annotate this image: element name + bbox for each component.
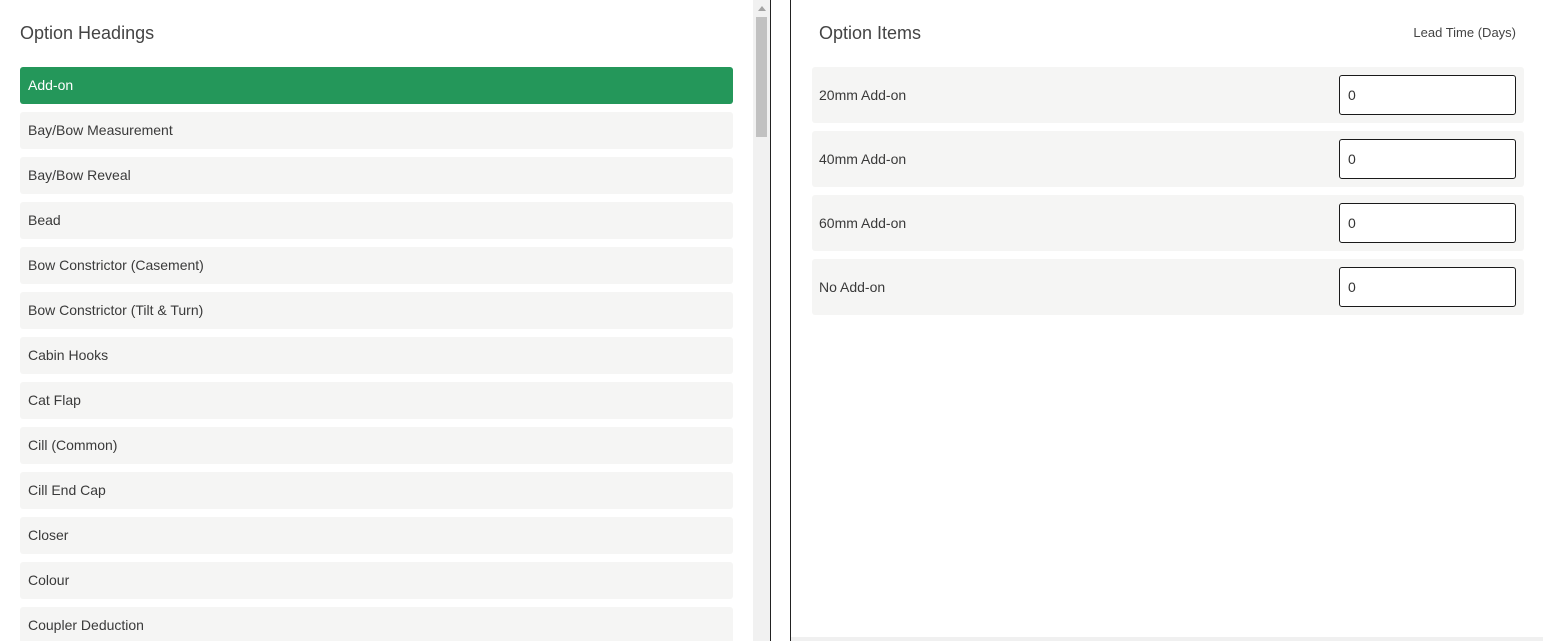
scrollbar-thumb[interactable]: [756, 17, 767, 137]
option-item-row: 40mm Add-on: [812, 131, 1524, 187]
option-item-label: 40mm Add-on: [819, 151, 907, 167]
option-items-list: 20mm Add-on 40mm Add-on 60mm Add-on No A…: [812, 67, 1524, 323]
option-items-panel: Option Items Lead Time (Days) 20mm Add-o…: [791, 0, 1543, 641]
heading-item-cill-end-cap[interactable]: Cill End Cap: [20, 472, 733, 509]
heading-item-cill-common[interactable]: Cill (Common): [20, 427, 733, 464]
option-items-title: Option Items: [819, 23, 922, 43]
heading-item-coupler-deduction[interactable]: Coupler Deduction: [20, 607, 733, 641]
bottom-edge: [791, 637, 1543, 641]
headings-scrollbar[interactable]: [753, 0, 770, 641]
lead-time-column-header: Lead Time (Days): [1413, 25, 1516, 40]
panel-divider-left: [770, 0, 771, 641]
lead-time-input[interactable]: [1339, 75, 1516, 115]
option-headings-title: Option Headings: [20, 23, 155, 43]
heading-item-bay-bow-measurement[interactable]: Bay/Bow Measurement: [20, 112, 733, 149]
option-item-row: No Add-on: [812, 259, 1524, 315]
option-headings-panel: Option Headings Add-on Bay/Bow Measureme…: [0, 0, 753, 641]
option-item-label: 60mm Add-on: [819, 215, 907, 231]
lead-time-input[interactable]: [1339, 139, 1516, 179]
heading-item-bead[interactable]: Bead: [20, 202, 733, 239]
lead-time-input[interactable]: [1339, 203, 1516, 243]
scroll-up-button[interactable]: [753, 0, 770, 17]
heading-item-closer[interactable]: Closer: [20, 517, 733, 554]
heading-item-cat-flap[interactable]: Cat Flap: [20, 382, 733, 419]
chevron-up-icon: [757, 6, 766, 11]
heading-item-add-on[interactable]: Add-on: [20, 67, 733, 104]
option-lead-times-page: Option Headings Add-on Bay/Bow Measureme…: [0, 0, 1543, 641]
heading-item-bow-constrictor-tilt-turn[interactable]: Bow Constrictor (Tilt & Turn): [20, 292, 733, 329]
option-item-row: 60mm Add-on: [812, 195, 1524, 251]
option-item-row: 20mm Add-on: [812, 67, 1524, 123]
heading-item-cabin-hooks[interactable]: Cabin Hooks: [20, 337, 733, 374]
heading-item-bay-bow-reveal[interactable]: Bay/Bow Reveal: [20, 157, 733, 194]
option-item-label: No Add-on: [819, 279, 886, 295]
option-headings-list: Add-on Bay/Bow Measurement Bay/Bow Revea…: [20, 67, 733, 641]
option-item-label: 20mm Add-on: [819, 87, 907, 103]
lead-time-input[interactable]: [1339, 267, 1516, 307]
heading-item-colour[interactable]: Colour: [20, 562, 733, 599]
heading-item-bow-constrictor-casement[interactable]: Bow Constrictor (Casement): [20, 247, 733, 284]
